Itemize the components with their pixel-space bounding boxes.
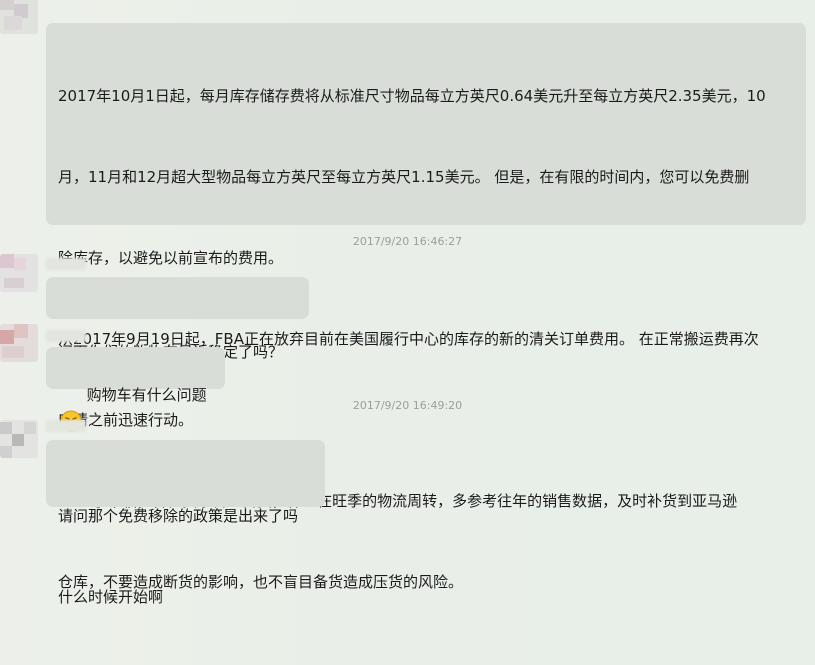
username-blurred [46, 258, 86, 270]
timestamp: 2017/9/20 16:49:20 [352, 399, 463, 412]
message-line: 请问那个免费移除的政策是出来了吗 [58, 507, 299, 525]
message-line: 除库存，以避免以前宣布的费用。 [58, 249, 284, 267]
message-bubble[interactable]: 请问那个免费移除的政策是出来了吗 什么时候开始啊 [46, 440, 325, 606]
message-bubble[interactable]: 购物车有什么问题 [46, 347, 225, 432]
avatar[interactable] [0, 0, 38, 34]
timestamp: 2017/9/20 16:46:27 [352, 235, 463, 248]
message-line: 2017年10月1日起，每月库存储存费将从标准尺寸物品每立方英尺0.64美元升至… [58, 87, 766, 105]
avatar[interactable] [0, 324, 38, 362]
avatar[interactable] [0, 254, 38, 292]
chat-window[interactable]: 2017年10月1日起，每月库存储存费将从标准尺寸物品每立方英尺0.64美元升至… [0, 0, 815, 606]
username-blurred [46, 330, 86, 342]
avatar[interactable] [0, 420, 38, 458]
message-line: 月，11月和12月超大型物品每立方英尺至每立方英尺1.15美元。 但是，在有限的… [58, 168, 750, 186]
message-line: 什么时候开始啊 [58, 588, 164, 606]
message-bubble[interactable]: 问下你们的购物车最近稳定了吗？ [46, 277, 309, 361]
message-bubble[interactable]: 2017年10月1日起，每月库存储存费将从标准尺寸物品每立方英尺0.64美元升至… [46, 23, 806, 591]
username-blurred [46, 420, 86, 432]
